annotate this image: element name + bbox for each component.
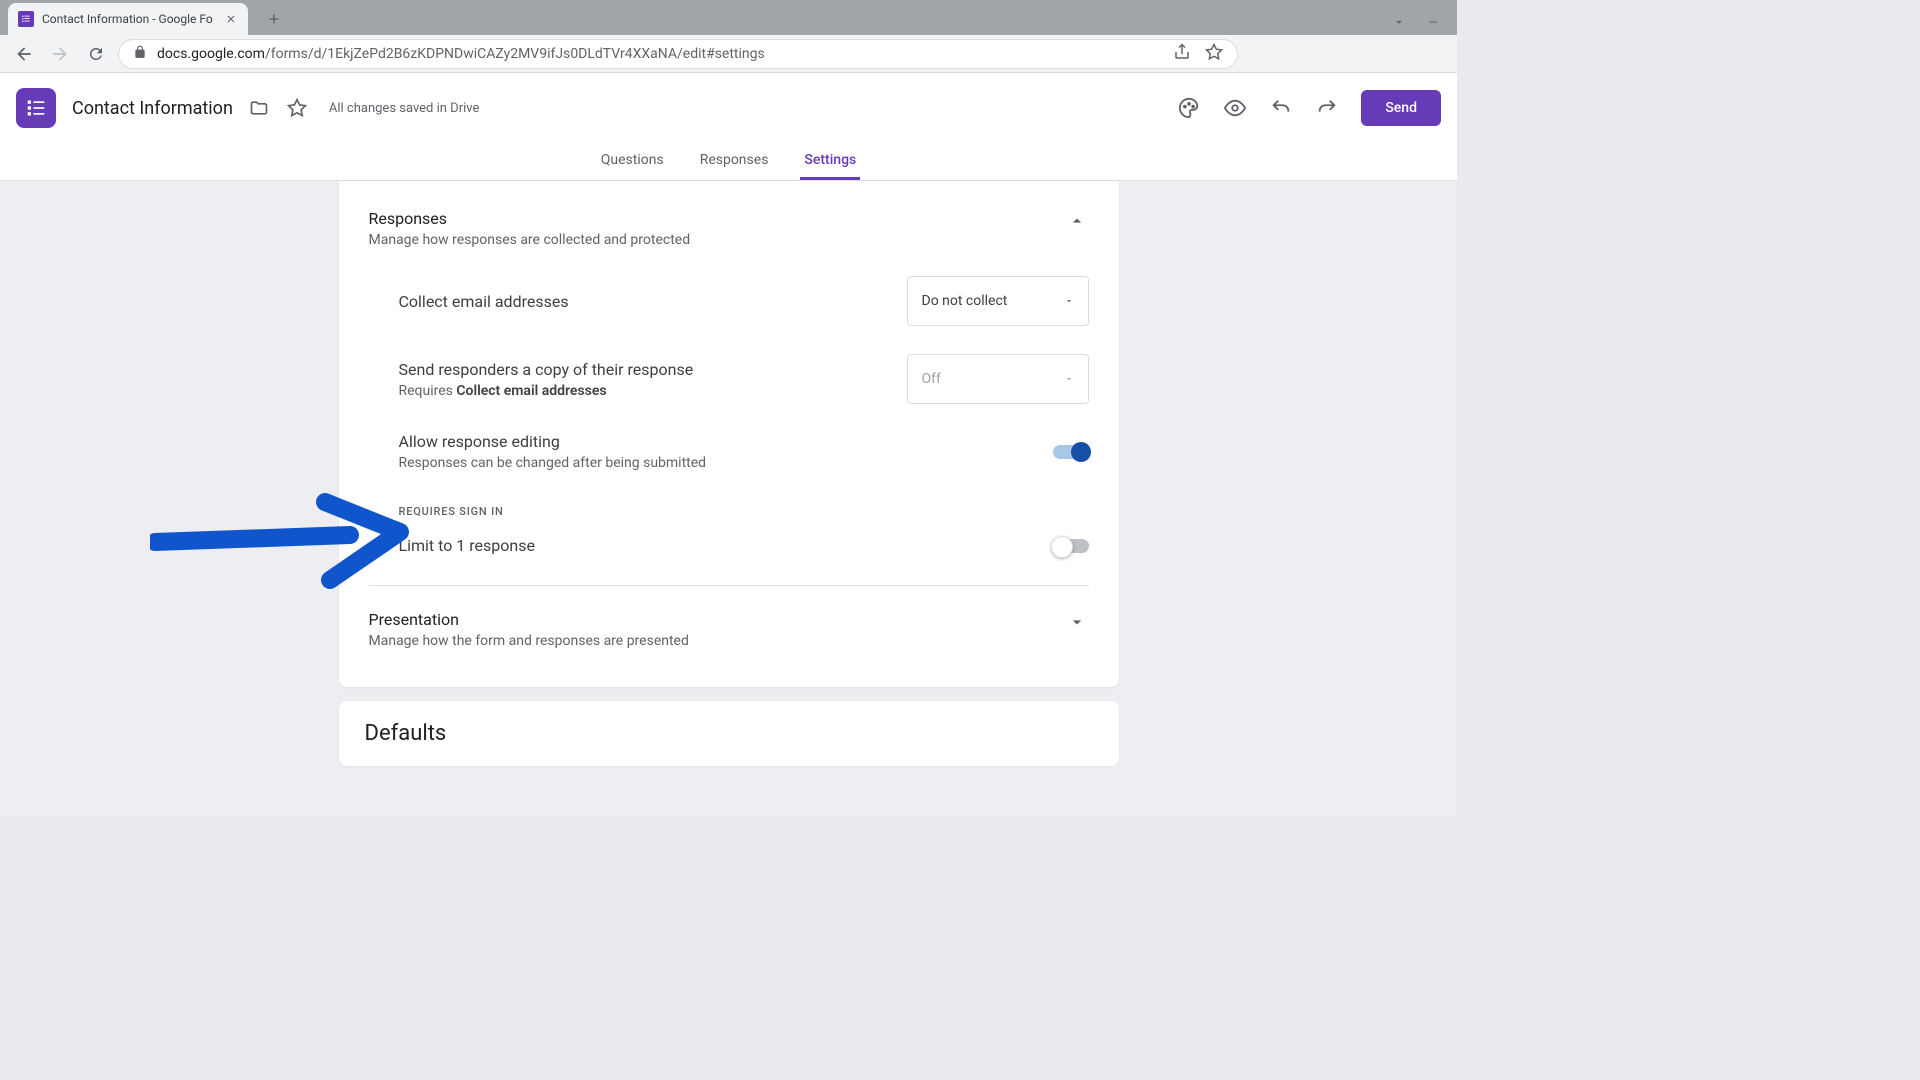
limit-response-label: Limit to 1 response bbox=[399, 536, 535, 555]
allow-edit-row: Allow response editing Responses can be … bbox=[399, 432, 1089, 471]
dropdown-caret-icon bbox=[1064, 374, 1074, 384]
bookmark-star-icon[interactable] bbox=[1205, 43, 1223, 65]
forms-favicon bbox=[18, 11, 34, 27]
tabs-dropdown-icon[interactable] bbox=[1391, 15, 1407, 29]
send-button[interactable]: Send bbox=[1361, 90, 1441, 126]
dropdown-caret-icon bbox=[1064, 296, 1074, 306]
defaults-title: Defaults bbox=[365, 721, 1093, 746]
share-icon[interactable] bbox=[1173, 43, 1191, 65]
presentation-title: Presentation bbox=[369, 610, 689, 629]
preview-eye-icon[interactable] bbox=[1223, 96, 1247, 120]
main-tabs: Questions Responses Settings bbox=[0, 143, 1457, 181]
address-bar: docs.google.com/forms/d/1EkjZePd2B6zKDPN… bbox=[0, 35, 1457, 73]
presentation-section-header[interactable]: Presentation Manage how the form and res… bbox=[369, 610, 1089, 649]
url-text: docs.google.com/forms/d/1EkjZePd2B6zKDPN… bbox=[157, 46, 1163, 62]
collect-email-row: Collect email addresses Do not collect bbox=[399, 276, 1089, 326]
send-copy-label: Send responders a copy of their response bbox=[399, 360, 694, 379]
star-icon[interactable] bbox=[285, 96, 309, 120]
document-title[interactable]: Contact Information bbox=[72, 98, 233, 119]
app-header: Contact Information All changes saved in… bbox=[0, 73, 1457, 143]
browser-tab[interactable]: Contact Information - Google Fo bbox=[8, 3, 248, 35]
limit-response-toggle[interactable] bbox=[1053, 539, 1089, 553]
section-divider bbox=[369, 585, 1089, 586]
move-folder-icon[interactable] bbox=[247, 96, 271, 120]
settings-page: Responses Manage how responses are colle… bbox=[0, 181, 1457, 816]
send-copy-row: Send responders a copy of their response… bbox=[399, 354, 1089, 404]
undo-icon[interactable] bbox=[1269, 96, 1293, 120]
responses-title: Responses bbox=[369, 209, 691, 228]
presentation-subtitle: Manage how the form and responses are pr… bbox=[369, 633, 689, 649]
url-field[interactable]: docs.google.com/forms/d/1EkjZePd2B6zKDPN… bbox=[118, 39, 1238, 69]
new-tab-button[interactable] bbox=[260, 5, 288, 33]
lock-icon bbox=[133, 45, 147, 63]
tab-responses[interactable]: Responses bbox=[696, 143, 773, 180]
chevron-down-icon bbox=[1065, 610, 1089, 634]
responses-section-header[interactable]: Responses Manage how responses are colle… bbox=[369, 209, 1089, 248]
browser-tab-strip: Contact Information - Google Fo bbox=[0, 0, 1457, 35]
window-controls bbox=[1391, 15, 1457, 35]
reload-button[interactable] bbox=[82, 40, 110, 68]
defaults-card: Defaults bbox=[339, 701, 1119, 766]
theme-palette-icon[interactable] bbox=[1177, 96, 1201, 120]
send-copy-select: Off bbox=[907, 354, 1089, 404]
settings-card: Responses Manage how responses are colle… bbox=[339, 181, 1119, 687]
forms-logo[interactable] bbox=[16, 88, 56, 128]
send-copy-sub: Requires Collect email addresses bbox=[399, 383, 694, 399]
tab-questions[interactable]: Questions bbox=[597, 143, 668, 180]
back-button[interactable] bbox=[10, 40, 38, 68]
close-tab-icon[interactable] bbox=[224, 12, 238, 26]
requires-signin-label: REQUIRES SIGN IN bbox=[399, 505, 1089, 518]
responses-subtitle: Manage how responses are collected and p… bbox=[369, 232, 691, 248]
limit-response-row: Limit to 1 response bbox=[399, 536, 1089, 555]
redo-icon[interactable] bbox=[1315, 96, 1339, 120]
save-status: All changes saved in Drive bbox=[329, 101, 480, 116]
tab-settings[interactable]: Settings bbox=[800, 143, 860, 180]
allow-edit-toggle[interactable] bbox=[1053, 445, 1089, 459]
forward-button[interactable] bbox=[46, 40, 74, 68]
collect-email-label: Collect email addresses bbox=[399, 292, 569, 311]
allow-edit-label: Allow response editing bbox=[399, 432, 707, 451]
chevron-up-icon bbox=[1065, 209, 1089, 233]
allow-edit-sub: Responses can be changed after being sub… bbox=[399, 455, 707, 471]
collect-email-select[interactable]: Do not collect bbox=[907, 276, 1089, 326]
minimize-icon[interactable] bbox=[1425, 15, 1441, 29]
tab-title: Contact Information - Google Fo bbox=[42, 12, 216, 26]
